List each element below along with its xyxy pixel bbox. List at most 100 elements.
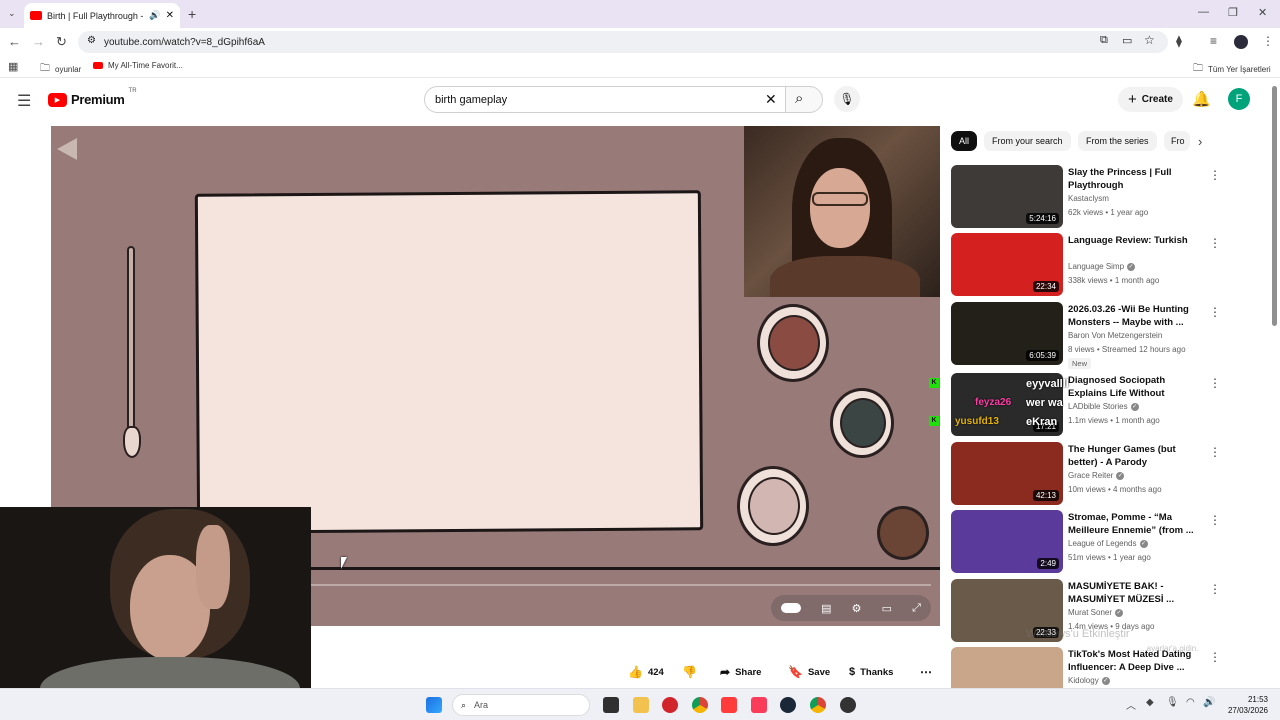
more-vertical-icon[interactable]: ⋮ bbox=[1209, 168, 1221, 182]
tab-close-icon[interactable]: ✕ bbox=[166, 10, 174, 21]
close-window-icon[interactable]: ✕ bbox=[1258, 6, 1267, 19]
chip-partial[interactable]: Fro bbox=[1164, 131, 1190, 151]
dislike-button[interactable]: 👎 bbox=[676, 661, 703, 683]
more-vertical-icon[interactable]: ⋮ bbox=[1209, 445, 1221, 459]
taskbar-clock[interactable]: 21:53 27/03/2026 bbox=[1222, 694, 1268, 716]
minimize-icon[interactable]: — bbox=[1198, 6, 1209, 18]
account-avatar[interactable]: F bbox=[1228, 88, 1250, 110]
video-thumbnail[interactable]: 6:05:39 bbox=[951, 302, 1063, 365]
search-button[interactable]: ⌕ bbox=[785, 86, 823, 113]
video-title[interactable]: 2026.03.26 -Wii Be Hunting Monsters -- M… bbox=[1068, 303, 1206, 329]
subtitles-icon[interactable]: ▤ bbox=[821, 602, 831, 615]
steam-icon[interactable] bbox=[780, 697, 796, 713]
tray-chevron-icon[interactable]: ︿ bbox=[1126, 697, 1136, 712]
more-vertical-icon[interactable]: ⋮ bbox=[1209, 236, 1221, 250]
fullscreen-icon[interactable]: ⤢ bbox=[912, 602, 921, 615]
voice-search-button[interactable]: 🎙 bbox=[834, 86, 860, 112]
search-input[interactable]: birth gameplay ✕ bbox=[424, 86, 786, 113]
address-bar[interactable]: ⚙ youtube.com/watch?v=8_dGpihf6aA ⧉ ▭ ☆ bbox=[78, 31, 1168, 53]
chrome-active-icon[interactable] bbox=[810, 697, 826, 713]
wifi-icon[interactable]: ◠ bbox=[1186, 697, 1195, 708]
recommendation-item[interactable]: 42:13 The Hunger Games (but better) - A P… bbox=[951, 442, 1221, 506]
save-button[interactable]: 🔖 Save bbox=[782, 661, 836, 683]
translate-icon[interactable]: ⧉ bbox=[1100, 34, 1108, 47]
cast-icon[interactable]: ▭ bbox=[1122, 34, 1132, 47]
video-thumbnail[interactable]: 5:24:16 bbox=[951, 165, 1063, 228]
browser-tab-active[interactable]: Birth | Full Playthrough - YouTube 🔊 ✕ bbox=[24, 3, 180, 28]
page-scrollbar[interactable] bbox=[1272, 86, 1277, 326]
channel-name[interactable]: LADbible Stories ✓ bbox=[1068, 402, 1139, 411]
recommendation-item[interactable]: 5:24:16 Slay the Princess | Full Playthro… bbox=[951, 165, 1221, 229]
recommendation-item[interactable]: 6:05:39 2026.03.26 -Wii Be Hunting Monste… bbox=[951, 302, 1221, 369]
tab-audio-icon[interactable]: 🔊 bbox=[149, 10, 160, 21]
video-title[interactable]: Language Review: Turkish bbox=[1068, 234, 1206, 247]
channel-name[interactable]: Murat Soner ✓ bbox=[1068, 608, 1124, 617]
recommendation-item[interactable]: 2:49 Stromae, Pomme - “Ma Meilleure Ennem… bbox=[951, 510, 1221, 574]
settings-gear-icon[interactable]: ⚙ bbox=[852, 602, 862, 615]
more-vertical-icon[interactable]: ⋮ bbox=[1209, 582, 1221, 596]
microphone-tray-icon[interactable]: 🎙 bbox=[1166, 697, 1179, 708]
notifications-bell-icon[interactable]: 🔔 bbox=[1192, 90, 1211, 108]
video-thumbnail[interactable]: 22:34 bbox=[951, 233, 1063, 296]
video-thumbnail[interactable]: 42:13 bbox=[951, 442, 1063, 505]
taskbar-search-input[interactable]: ⌕ Ara bbox=[452, 694, 590, 716]
channel-name[interactable]: Kidology ✓ bbox=[1068, 676, 1110, 685]
reload-icon[interactable]: ↻ bbox=[56, 34, 67, 50]
bookmark-folder-oyunlar[interactable]: 🗀 oyunlar bbox=[40, 61, 81, 78]
chip-from-your-search[interactable]: From your search bbox=[984, 131, 1071, 151]
bookmark-star-icon[interactable]: ☆ bbox=[1144, 33, 1155, 47]
extensions-icon[interactable]: ⧫ bbox=[1176, 34, 1182, 48]
theater-mode-icon[interactable]: ▭ bbox=[882, 602, 892, 615]
tray-app-icon[interactable]: ◆ bbox=[1146, 697, 1154, 708]
media-icon[interactable]: ≡ bbox=[1210, 34, 1217, 48]
more-vertical-icon[interactable]: ⋮ bbox=[1209, 305, 1221, 319]
hamburger-menu-icon[interactable]: ☰ bbox=[17, 91, 31, 111]
progress-bar-track[interactable] bbox=[311, 584, 931, 586]
like-button[interactable]: 👍 424 bbox=[622, 661, 670, 683]
restore-icon[interactable]: ❐ bbox=[1228, 6, 1238, 19]
video-title[interactable]: Stromae, Pomme - “Ma Meilleure Ennemie” … bbox=[1068, 511, 1206, 537]
chip-from-the-series[interactable]: From the series bbox=[1078, 131, 1157, 151]
more-vertical-icon[interactable]: ⋮ bbox=[1209, 513, 1221, 527]
back-icon[interactable]: ← bbox=[8, 34, 21, 49]
task-view-icon[interactable] bbox=[603, 697, 619, 713]
volume-icon[interactable]: 🔊 bbox=[1203, 697, 1215, 708]
chrome-icon[interactable] bbox=[692, 697, 708, 713]
video-title[interactable]: The Hunger Games (but better) - A Parody bbox=[1068, 443, 1206, 469]
channel-name[interactable]: Baron Von Metzengerstein bbox=[1068, 331, 1162, 340]
app-bolt-icon[interactable] bbox=[721, 697, 737, 713]
share-button[interactable]: ➦ Share bbox=[714, 661, 767, 683]
app-red-icon[interactable] bbox=[662, 697, 678, 713]
video-title[interactable]: MASUMİYETE BAK! - MASUMİYET MÜZESİ ... bbox=[1068, 580, 1206, 606]
channel-name[interactable]: League of Legends ✓ bbox=[1068, 539, 1148, 548]
apps-grid-icon[interactable]: ▦ bbox=[8, 60, 18, 73]
create-button[interactable]: + Create bbox=[1118, 87, 1183, 112]
chips-next-chevron-icon[interactable]: › bbox=[1198, 134, 1202, 149]
more-vertical-icon[interactable]: ⋮ bbox=[1209, 376, 1221, 390]
new-tab-button[interactable]: + bbox=[188, 6, 196, 22]
chip-all[interactable]: All bbox=[951, 131, 978, 151]
forward-icon[interactable]: → bbox=[32, 34, 45, 49]
browser-menu-icon[interactable]: ⋮ bbox=[1262, 34, 1274, 48]
music-icon[interactable] bbox=[751, 697, 767, 713]
app-dark-icon[interactable] bbox=[840, 697, 856, 713]
youtube-logo[interactable]: ▶ Premium TR bbox=[48, 88, 137, 107]
site-info-icon[interactable]: ⚙ bbox=[87, 35, 96, 46]
all-bookmarks-button[interactable]: 🗀 Tüm Yer İşaretleri bbox=[1193, 61, 1271, 78]
more-actions-button[interactable]: ⋯ bbox=[914, 661, 938, 683]
profile-icon[interactable] bbox=[1234, 35, 1248, 49]
video-title[interactable]: Diagnosed Sociopath Explains Life Withou… bbox=[1068, 374, 1206, 400]
tab-list-chevron-icon[interactable]: ⌄ bbox=[8, 8, 16, 19]
clear-search-icon[interactable]: ✕ bbox=[765, 91, 777, 108]
windows-start-icon[interactable] bbox=[426, 697, 442, 713]
more-vertical-icon[interactable]: ⋮ bbox=[1209, 650, 1221, 664]
file-explorer-icon[interactable] bbox=[633, 697, 649, 713]
video-thumbnail[interactable]: 2:49 bbox=[951, 510, 1063, 573]
channel-name[interactable]: Kastaclysm bbox=[1068, 194, 1109, 203]
bookmark-youtube-favorites[interactable]: My All-Time Favorit... bbox=[93, 61, 183, 70]
thanks-button[interactable]: $ Thanks bbox=[843, 661, 899, 683]
channel-name[interactable]: Language Simp ✓ bbox=[1068, 262, 1136, 271]
autoplay-toggle-icon[interactable] bbox=[781, 603, 802, 613]
recommendation-item[interactable]: 22:34 Language Review: Turkish Language Si… bbox=[951, 233, 1221, 297]
video-title[interactable]: Slay the Princess | Full Playthrough bbox=[1068, 166, 1206, 192]
